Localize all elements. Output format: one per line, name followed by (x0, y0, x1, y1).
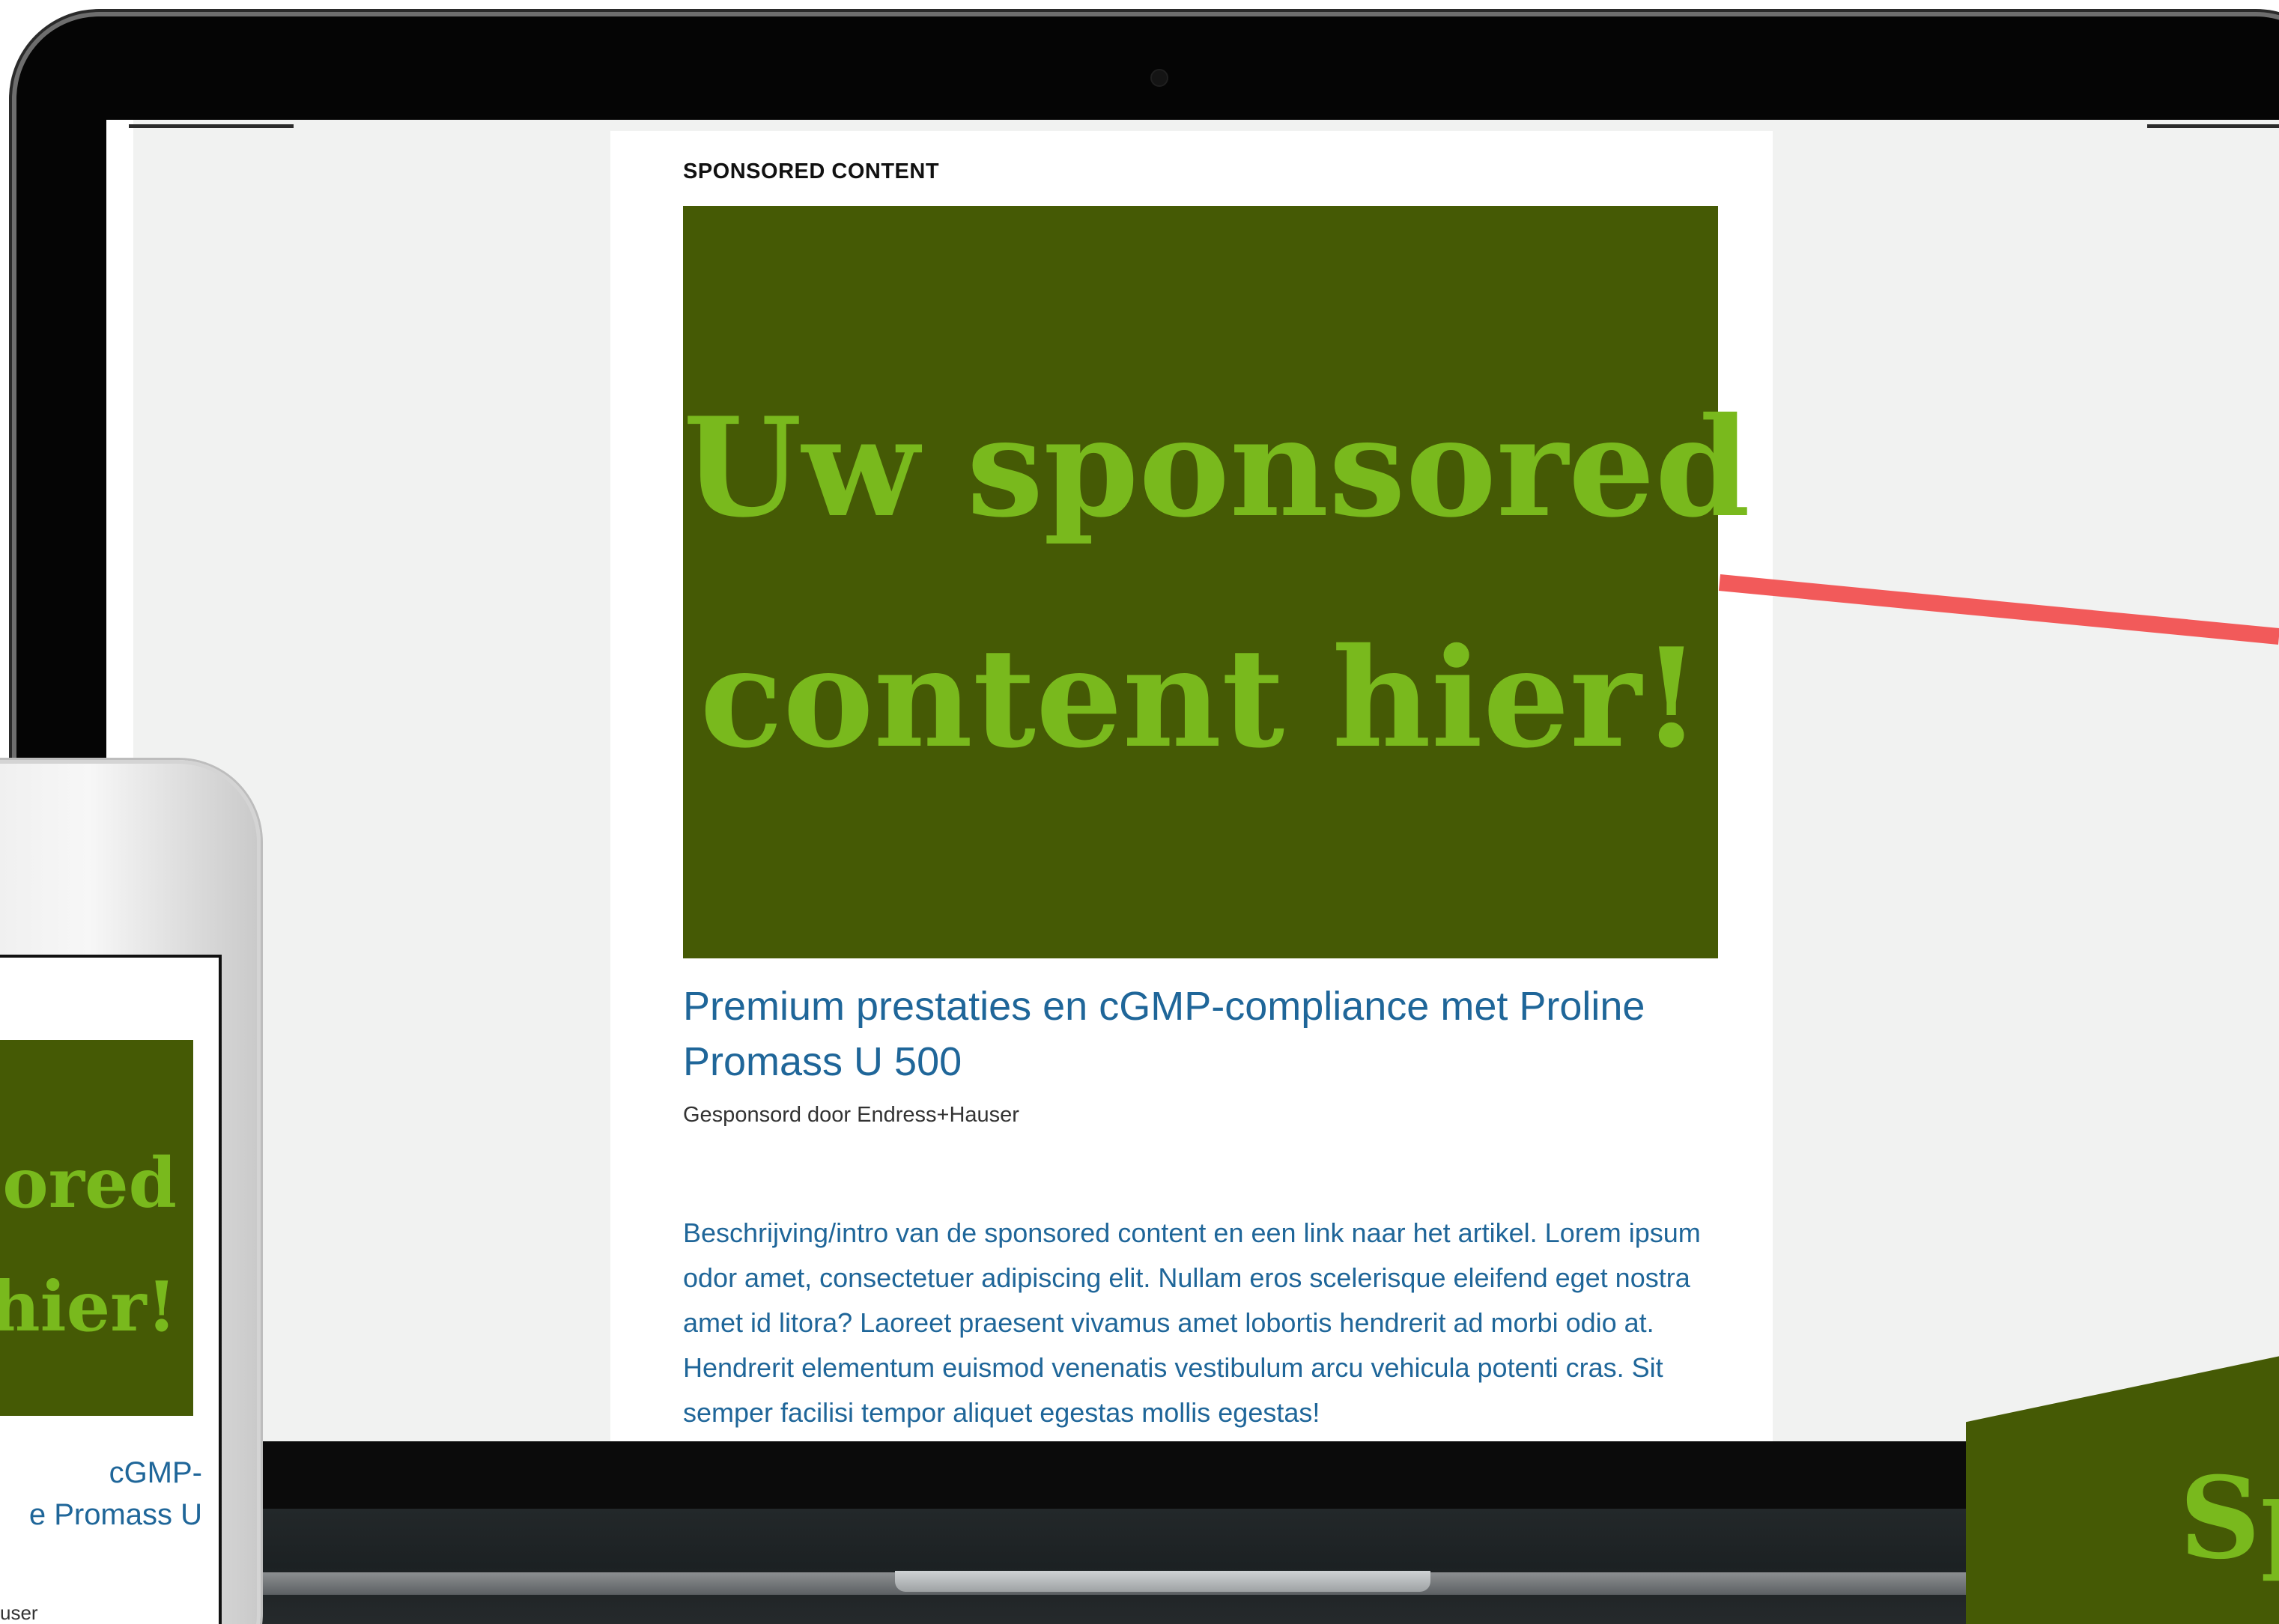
header-rule-left (129, 124, 294, 128)
phone-article-title-link[interactable]: cGMP- e Promass U (0, 1452, 202, 1536)
phone-hero-text-line-1: sored (0, 1143, 177, 1223)
laptop-screen: SPONSORED CONTENT Uw sponsored content h… (106, 120, 2279, 1441)
phone-hero-image[interactable]: sored hier! (0, 1040, 193, 1416)
article-intro-link[interactable]: Beschrijving/intro van de sponsored cont… (683, 1211, 1747, 1435)
hero-text-line-1: Uw sponsored (683, 387, 1750, 547)
phone-hero-text-line-2: hier! (0, 1266, 177, 1347)
section-label: SPONSORED CONTENT (683, 159, 940, 183)
phone-title-line-1: cGMP- (109, 1456, 202, 1489)
hero-text-line-2: content hier! (700, 618, 1702, 778)
sponsored-article-column: SPONSORED CONTENT Uw sponsored content h… (610, 131, 1773, 1441)
camera-icon (1150, 69, 1168, 87)
laptop-base (0, 1509, 2279, 1624)
sponsor-byline: Gesponsord door Endress+Hauser (683, 1103, 1019, 1127)
phone-sponsor-byline: user (0, 1602, 38, 1624)
sponsored-hero-image[interactable]: Uw sponsored content hier! (683, 206, 1750, 958)
phone-screen: sored hier! cGMP- e Promass U user (0, 955, 222, 1624)
phone-title-line-2: e Promass U (28, 1498, 202, 1531)
laptop-hinge (0, 1441, 2279, 1509)
mockup-stage: SPONSORED CONTENT Uw sponsored content h… (0, 0, 2279, 1624)
laptop-notch (895, 1571, 1430, 1592)
article-title-link[interactable]: Premium prestaties en cGMP-compliance me… (683, 979, 1732, 1089)
card-preview-text: Sp (2179, 1453, 2279, 1584)
header-rule-right (2147, 124, 2279, 128)
